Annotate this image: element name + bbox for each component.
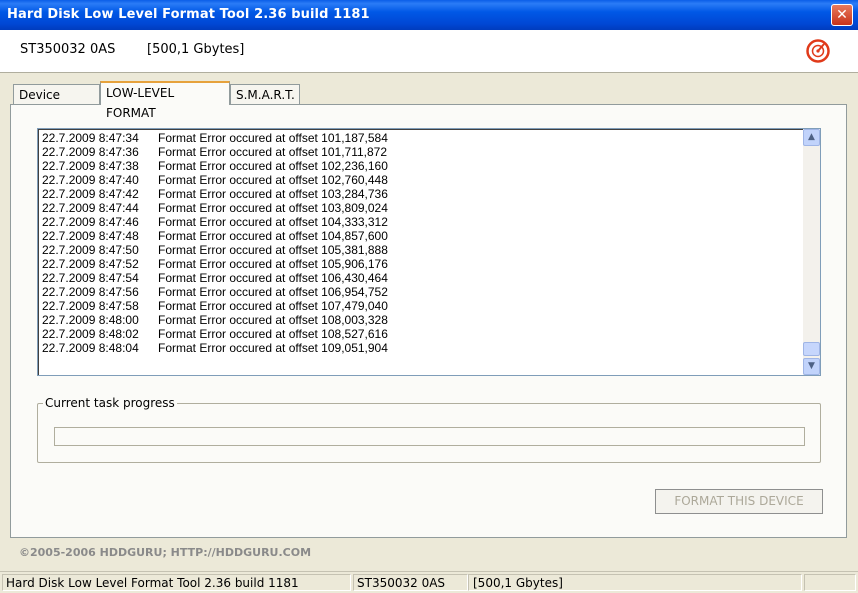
hddguru-logo-icon: [806, 39, 830, 63]
close-icon: ✕: [836, 7, 848, 23]
log-message: Format Error occured at offset 107,479,0…: [158, 299, 388, 313]
log-message: Format Error occured at offset 101,187,5…: [158, 131, 388, 145]
tab-low-level-format[interactable]: LOW-LEVEL FORMAT: [100, 81, 230, 120]
task-progress-bar: [54, 427, 805, 446]
format-device-button[interactable]: FORMAT THIS DEVICE: [655, 489, 823, 514]
log-entry: 22.7.2009 8:47:44 Format Error occured at…: [42, 201, 388, 215]
log-message: Format Error occured at offset 105,906,1…: [158, 257, 388, 271]
title-bar[interactable]: Hard Disk Low Level Format Tool 2.36 bui…: [0, 0, 858, 30]
status-bar: Hard Disk Low Level Format Tool 2.36 bui…: [0, 571, 858, 593]
log-timestamp: 22.7.2009 8:48:04: [42, 341, 139, 355]
close-button[interactable]: ✕: [831, 4, 853, 26]
log-message: Format Error occured at offset 101,711,8…: [158, 145, 388, 159]
log-entry: 22.7.2009 8:47:34 Format Error occured at…: [42, 131, 388, 145]
progress-group-label: Current task progress: [43, 396, 177, 410]
log-timestamp: 22.7.2009 8:47:52: [42, 257, 139, 271]
log-timestamp: 22.7.2009 8:47:58: [42, 299, 139, 313]
log-timestamp: 22.7.2009 8:47:48: [42, 229, 139, 243]
device-header: ST350032 0AS [500,1 Gbytes]: [0, 30, 858, 73]
log-entry: 22.7.2009 8:48:02 Format Error occured at…: [42, 327, 388, 341]
log-entry: 22.7.2009 8:47:50 Format Error occured at…: [42, 243, 388, 257]
vertical-scrollbar[interactable]: ▲ ▼: [803, 129, 820, 375]
log-entry: 22.7.2009 8:47:42 Format Error occured at…: [42, 187, 388, 201]
device-model: ST350032 0AS: [20, 42, 116, 57]
log-entry: 22.7.2009 8:47:46 Format Error occured at…: [42, 215, 388, 229]
log-entry: 22.7.2009 8:47:52 Format Error occured at…: [42, 257, 388, 271]
log-entry: 22.7.2009 8:48:04 Format Error occured at…: [42, 341, 388, 355]
window-title: Hard Disk Low Level Format Tool 2.36 bui…: [7, 7, 370, 22]
status-app-name: Hard Disk Low Level Format Tool 2.36 bui…: [2, 574, 351, 591]
log-timestamp: 22.7.2009 8:48:02: [42, 327, 139, 341]
log-entry: 22.7.2009 8:47:48 Format Error occured at…: [42, 229, 388, 243]
status-capacity: [500,1 Gbytes]: [468, 574, 802, 591]
log-timestamp: 22.7.2009 8:47:42: [42, 187, 139, 201]
scrollbar-thumb[interactable]: [803, 342, 820, 356]
log-timestamp: 22.7.2009 8:47:40: [42, 173, 139, 187]
tab-label: S.M.A.R.T.: [236, 88, 295, 102]
log-timestamp: 22.7.2009 8:47:36: [42, 145, 139, 159]
format-log-list[interactable]: 22.7.2009 8:47:34 Format Error occured at…: [37, 128, 821, 376]
log-message: Format Error occured at offset 102,760,4…: [158, 173, 388, 187]
copyright-text: ©2005-2006 HDDGURU; HTTP://HDDGURU.COM: [19, 546, 312, 559]
tab-smart[interactable]: S.M.A.R.T.: [230, 84, 300, 104]
log-message: Format Error occured at offset 108,527,6…: [158, 327, 388, 341]
log-timestamp: 22.7.2009 8:48:00: [42, 313, 139, 327]
log-timestamp: 22.7.2009 8:47:38: [42, 159, 139, 173]
device-capacity: [500,1 Gbytes]: [147, 42, 245, 57]
log-timestamp: 22.7.2009 8:47:50: [42, 243, 139, 257]
log-message: Format Error occured at offset 103,809,0…: [158, 201, 388, 215]
log-message: Format Error occured at offset 108,003,3…: [158, 313, 388, 327]
log-entry: 22.7.2009 8:47:58 Format Error occured at…: [42, 299, 388, 313]
log-entry: 22.7.2009 8:47:56 Format Error occured at…: [42, 285, 388, 299]
log-message: Format Error occured at offset 106,430,4…: [158, 271, 388, 285]
chevron-down-icon: ▼: [808, 361, 815, 371]
app-window: Hard Disk Low Level Format Tool 2.36 bui…: [0, 0, 858, 593]
log-entry: 22.7.2009 8:47:40 Format Error occured at…: [42, 173, 388, 187]
log-message: Format Error occured at offset 102,236,1…: [158, 159, 388, 173]
status-model: ST350032 0AS: [353, 574, 468, 591]
status-extra: [804, 574, 856, 591]
log-entry: 22.7.2009 8:47:36 Format Error occured at…: [42, 145, 388, 159]
log-lines: 22.7.2009 8:47:34 Format Error occured at…: [42, 131, 388, 355]
tab-device-details[interactable]: Device details: [13, 84, 100, 122]
chevron-up-icon: ▲: [808, 132, 815, 142]
log-message: Format Error occured at offset 105,381,8…: [158, 243, 388, 257]
log-message: Format Error occured at offset 104,333,3…: [158, 215, 388, 229]
log-timestamp: 22.7.2009 8:47:46: [42, 215, 139, 229]
log-message: Format Error occured at offset 106,954,7…: [158, 285, 388, 299]
scroll-down-button[interactable]: ▼: [803, 358, 820, 375]
log-message: Format Error occured at offset 103,284,7…: [158, 187, 388, 201]
log-timestamp: 22.7.2009 8:47:44: [42, 201, 139, 215]
log-timestamp: 22.7.2009 8:47:34: [42, 131, 139, 145]
log-entry: 22.7.2009 8:47:54 Format Error occured at…: [42, 271, 388, 285]
scroll-up-button[interactable]: ▲: [803, 129, 820, 146]
log-message: Format Error occured at offset 104,857,6…: [158, 229, 388, 243]
log-entry: 22.7.2009 8:48:00 Format Error occured at…: [42, 313, 388, 327]
log-timestamp: 22.7.2009 8:47:54: [42, 271, 139, 285]
log-message: Format Error occured at offset 109,051,9…: [158, 341, 388, 355]
log-timestamp: 22.7.2009 8:47:56: [42, 285, 139, 299]
log-entry: 22.7.2009 8:47:38 Format Error occured at…: [42, 159, 388, 173]
